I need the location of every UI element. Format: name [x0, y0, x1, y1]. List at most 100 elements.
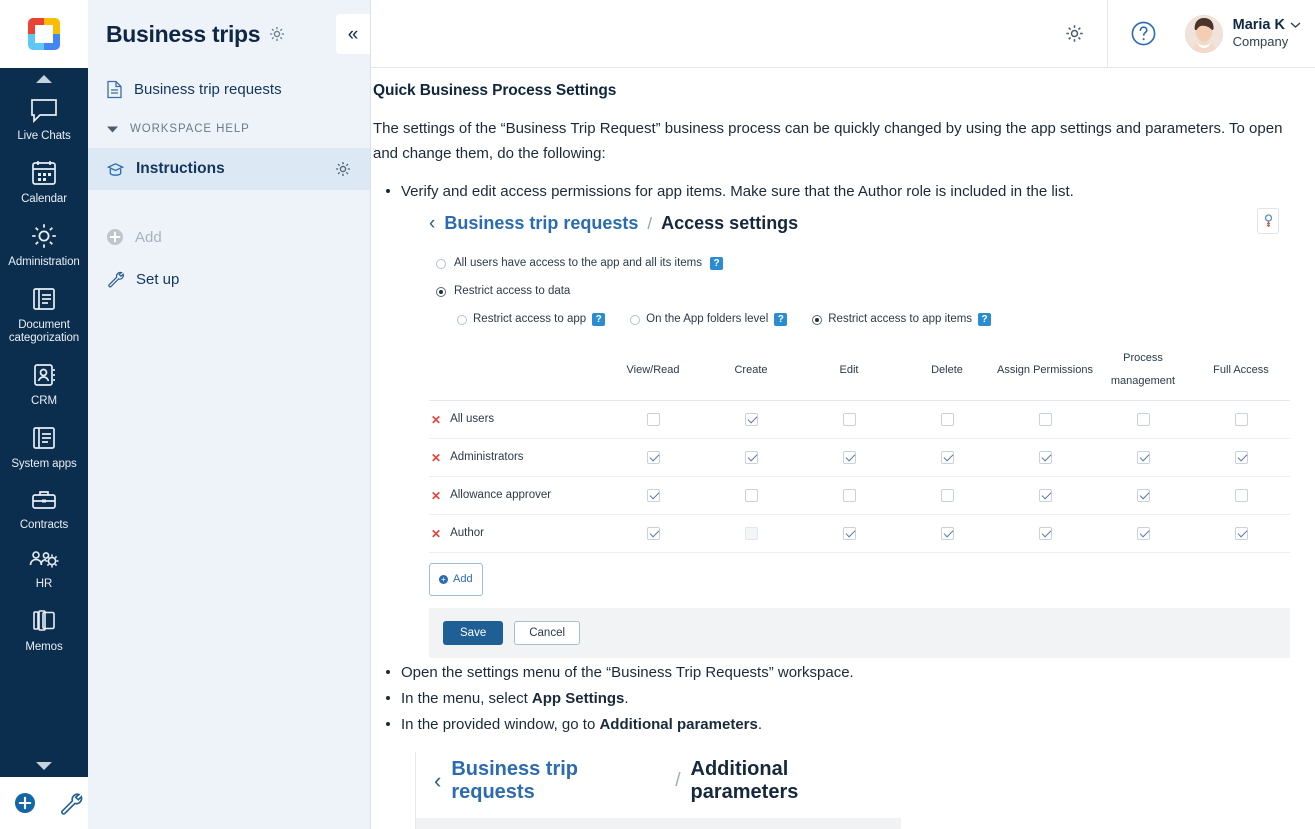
collapse-panel-button[interactable]: «: [336, 14, 370, 54]
sidebar-item-instructions[interactable]: Instructions: [88, 148, 370, 190]
rail-item-calendar[interactable]: Calendar: [0, 151, 88, 214]
radio-button[interactable]: [630, 314, 641, 325]
permission-checkbox[interactable]: [744, 488, 758, 502]
access-key-button[interactable]: [1257, 208, 1279, 234]
rail-item-system-apps[interactable]: System apps: [0, 416, 88, 479]
rail-item-live-chats[interactable]: Live Chats: [0, 90, 88, 151]
role-name: ✕ All users: [431, 408, 604, 431]
user-menu[interactable]: Maria K Company: [1179, 14, 1315, 53]
permission-checkbox[interactable]: [1136, 488, 1150, 502]
permission-checkbox[interactable]: [1136, 412, 1150, 426]
permission-checkbox[interactable]: [744, 450, 758, 464]
permission-checkbox[interactable]: [1234, 526, 1248, 540]
radio-button[interactable]: [812, 314, 823, 325]
rail-scroll-down-button[interactable]: [0, 755, 88, 777]
radio-option-folders-level[interactable]: On the App folders level ?: [630, 308, 788, 331]
help-badge[interactable]: ?: [710, 257, 724, 270]
permission-checkbox[interactable]: [940, 526, 954, 540]
column-header-name: [429, 342, 604, 401]
sidebar-action-add[interactable]: Add: [88, 216, 370, 258]
list-item-text-tail: .: [624, 690, 629, 707]
sidebar-section-workspace-help[interactable]: WORKSPACE HELP: [88, 110, 370, 148]
caret-down-icon: [36, 762, 52, 770]
permission-checkbox[interactable]: [1038, 526, 1052, 540]
radio-button[interactable]: [436, 258, 446, 269]
permission-checkbox[interactable]: [744, 412, 758, 426]
radio-option-restrict-app[interactable]: Restrict access to app ?: [457, 308, 606, 331]
permission-cell: [702, 438, 800, 477]
role-label: Author: [450, 527, 484, 539]
permission-checkbox[interactable]: [646, 488, 660, 502]
permission-checkbox[interactable]: [1234, 488, 1248, 502]
permission-checkbox[interactable]: [842, 488, 856, 502]
back-chevron-icon[interactable]: ‹: [429, 214, 435, 233]
app-logo[interactable]: [0, 0, 88, 68]
sidebar-item-business-trip-requests[interactable]: Business trip requests: [88, 68, 370, 110]
permission-checkbox[interactable]: [842, 450, 856, 464]
permission-checkbox[interactable]: [842, 526, 856, 540]
rail-item-label: Memos: [25, 641, 63, 653]
x-icon[interactable]: ✕: [431, 452, 441, 464]
add-button[interactable]: [14, 792, 36, 814]
role-name: ✕ Allowance approver: [431, 484, 604, 507]
permission-checkbox[interactable]: [940, 412, 954, 426]
column-header-full-access: Full Access: [1192, 342, 1290, 401]
save-button[interactable]: Save: [443, 621, 504, 645]
radio-label: All users have access to the app and all…: [454, 257, 703, 269]
permission-checkbox[interactable]: [940, 450, 954, 464]
tools-button[interactable]: [58, 791, 84, 815]
sidebar-action-set-up[interactable]: Set up: [88, 258, 370, 300]
back-chevron-icon[interactable]: ‹: [434, 770, 441, 792]
rail-item-crm[interactable]: CRM: [0, 353, 88, 416]
rail-item-label: Document categorization: [8, 319, 80, 344]
permission-checkbox[interactable]: [940, 488, 954, 502]
rail-item-administration[interactable]: Administration: [0, 214, 88, 277]
permission-checkbox[interactable]: [1038, 450, 1052, 464]
permission-checkbox[interactable]: [1038, 412, 1052, 426]
list-item: In the menu, select App Settings.: [373, 687, 1299, 710]
help-badge[interactable]: ?: [978, 313, 992, 326]
x-icon[interactable]: ✕: [431, 490, 441, 502]
permission-checkbox[interactable]: [646, 450, 660, 464]
gear-icon: [335, 161, 351, 177]
permission-checkbox[interactable]: [1038, 488, 1052, 502]
breadcrumb-link[interactable]: Business trip requests: [451, 758, 665, 804]
radio-option-restrict-data[interactable]: Restrict access to data: [436, 280, 1299, 303]
x-icon[interactable]: ✕: [431, 414, 441, 426]
rail-item-document-categorization[interactable]: Document categorization: [0, 277, 88, 353]
permission-checkbox[interactable]: [1234, 412, 1248, 426]
radio-button[interactable]: [436, 286, 446, 297]
cancel-button[interactable]: Cancel: [514, 621, 581, 645]
permission-checkbox[interactable]: [842, 412, 856, 426]
rail-item-memos[interactable]: Memos: [0, 599, 88, 662]
radio-option-app-items[interactable]: Restrict access to app items ?: [812, 308, 992, 331]
permission-checkbox[interactable]: [646, 526, 660, 540]
permission-checkbox[interactable]: [1234, 450, 1248, 464]
permission-checkbox[interactable]: [1136, 450, 1150, 464]
help-badge[interactable]: ?: [774, 313, 788, 326]
rail-item-contracts[interactable]: Contracts: [0, 479, 88, 540]
emphasis-text: Additional parameters: [599, 716, 758, 733]
global-settings-button[interactable]: [1042, 23, 1107, 44]
workspace-settings-button[interactable]: [268, 25, 286, 43]
main-area: Maria K Company Quick Business Process S…: [371, 0, 1315, 829]
rail-item-hr[interactable]: HR: [0, 540, 88, 599]
top-header-bar: Maria K Company: [371, 0, 1315, 68]
role-name-cell: ✕ Allowance approver: [429, 476, 604, 515]
breadcrumb-link[interactable]: Business trip requests: [444, 212, 638, 235]
breadcrumb-current: Access settings: [661, 213, 799, 233]
instructions-settings-button[interactable]: [334, 160, 352, 178]
radio-option-all-users[interactable]: All users have access to the app and all…: [436, 252, 1299, 275]
rail-scroll-up-button[interactable]: [0, 68, 88, 90]
role-name-cell: ✕ All users: [429, 400, 604, 439]
permission-cell: [1094, 476, 1192, 515]
help-button[interactable]: [1108, 20, 1179, 47]
add-role-button[interactable]: + Add: [429, 563, 483, 596]
permission-checkbox[interactable]: [1136, 526, 1150, 540]
help-badge[interactable]: ?: [592, 313, 606, 326]
question-circle-icon: [1131, 21, 1156, 46]
x-icon[interactable]: ✕: [431, 528, 441, 540]
radio-button[interactable]: [457, 314, 467, 325]
permission-checkbox[interactable]: [646, 412, 660, 426]
column-header-delete: Delete: [898, 342, 996, 401]
